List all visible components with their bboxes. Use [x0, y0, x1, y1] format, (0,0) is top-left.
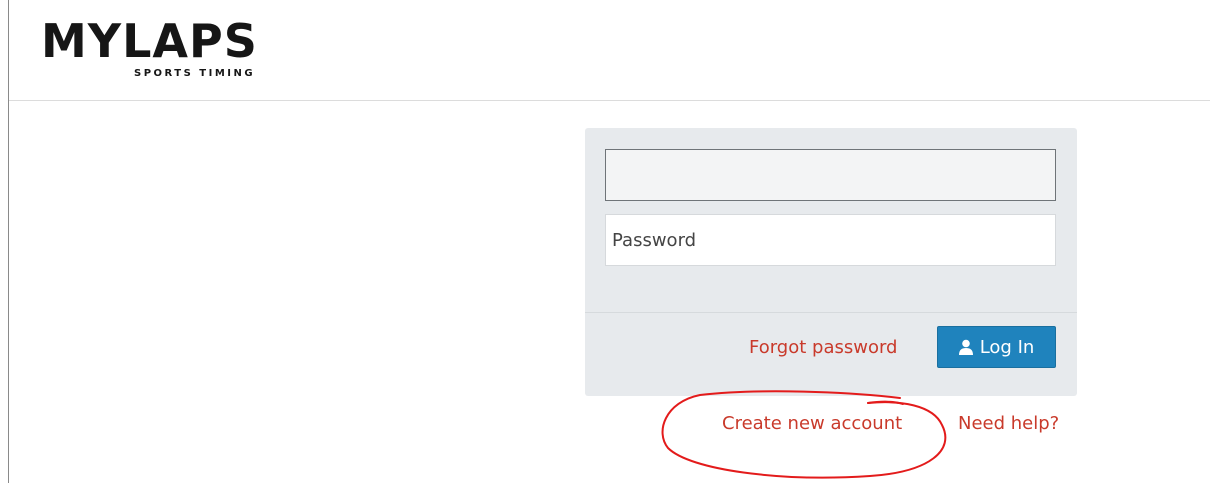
mylaps-logo[interactable]: MYLAPS SPORTS TIMING — [39, 15, 289, 80]
forgot-password-link[interactable]: Forgot password — [749, 337, 897, 358]
logo-wordmark: MYLAPS — [41, 15, 258, 68]
site-header: MYLAPS SPORTS TIMING — [9, 0, 1210, 101]
user-icon — [958, 339, 973, 355]
log-in-button[interactable]: Log In — [937, 326, 1056, 368]
need-help-link[interactable]: Need help? — [958, 413, 1059, 434]
log-in-button-label: Log In — [979, 336, 1035, 358]
password-input[interactable] — [605, 214, 1056, 266]
logo-tagline: SPORTS TIMING — [134, 68, 255, 79]
login-panel: Forgot password Log In — [585, 128, 1077, 396]
username-input[interactable] — [605, 149, 1056, 201]
login-actions: Forgot password Log In — [585, 313, 1077, 396]
create-account-link[interactable]: Create new account — [722, 413, 902, 434]
